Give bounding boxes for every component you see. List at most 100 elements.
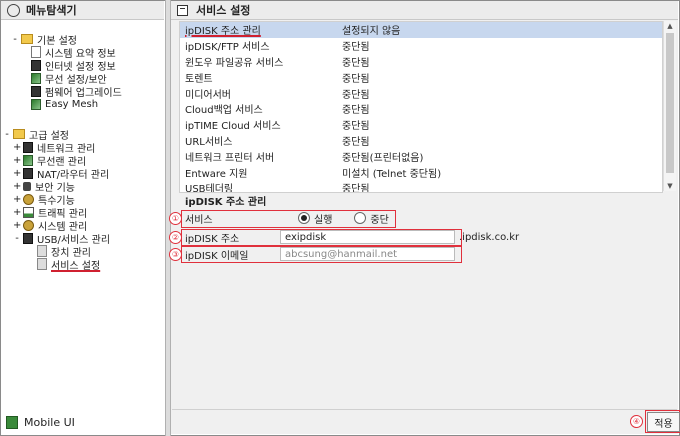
service-list-scrollbar[interactable]: ▲ ▼ (663, 21, 676, 191)
email-row: ipDISK 이메일 abcsung@hanmail.net (182, 245, 455, 263)
tree-item-label: Easy Mesh (45, 98, 99, 110)
service-status: 중단됨(프린터없음) (342, 152, 424, 164)
service-row[interactable]: Cloud백업 서비스 중단됨 (180, 101, 662, 117)
tree-item-wireless-security[interactable]: 무선 설정/보안 (31, 72, 107, 86)
page-icon (31, 59, 41, 71)
mobile-ui-link[interactable]: Mobile UI (6, 416, 75, 429)
service-status: 중단됨 (342, 121, 370, 133)
expand-toggle[interactable]: + (13, 155, 21, 166)
service-name: URL서비스 (185, 136, 233, 148)
expand-toggle[interactable]: + (13, 220, 21, 231)
service-name: ipDISK/FTP 서비스 (185, 42, 270, 54)
scroll-up-arrow-icon[interactable]: ▲ (664, 21, 676, 31)
page-icon (37, 258, 47, 270)
wifi-icon (31, 98, 41, 110)
expand-toggle[interactable]: + (13, 181, 21, 192)
service-row[interactable]: Entware 지원 미설치 (Telnet 중단됨) (180, 164, 662, 180)
service-status: 미설치 (Telnet 중단됨) (342, 168, 442, 180)
tree-item-easy-mesh[interactable]: Easy Mesh (31, 98, 98, 110)
service-toggle-row: 서비스 실행 중단 (182, 209, 389, 227)
menu-explorer-title: 메뉴탐색기 (26, 4, 77, 17)
gear-folder-icon (21, 34, 33, 44)
wifi-icon (31, 72, 41, 84)
tree-item-label: 펌웨어 업그레이드 (45, 87, 122, 99)
service-row[interactable]: URL서비스 중단됨 (180, 133, 662, 149)
email-label: ipDISK 이메일 (185, 250, 249, 262)
window-icon (177, 4, 188, 16)
page-icon (31, 46, 41, 58)
tree-item-usb-service[interactable]: - USB/서비스 관리 (13, 232, 110, 246)
tree-item-service-settings[interactable]: 서비스 설정 (37, 258, 100, 272)
apply-button[interactable]: 적용 (647, 412, 680, 432)
address-label: ipDISK 주소 (185, 233, 240, 245)
service-name: ipDISK 주소 관리 (185, 26, 261, 38)
scroll-down-arrow-icon[interactable]: ▼ (664, 181, 676, 191)
service-name: 미디어서버 (185, 89, 231, 101)
gear-icon (23, 193, 34, 205)
tree-item-firmware-upgrade[interactable]: 펌웨어 업그레이드 (31, 85, 122, 99)
service-status: 중단됨 (342, 73, 370, 85)
service-name: ipTIME Cloud 서비스 (185, 121, 281, 133)
lock-icon (23, 181, 31, 191)
page-icon (37, 245, 47, 257)
service-row[interactable]: 윈도우 파일공유 서비스 중단됨 (180, 54, 662, 70)
service-name: USB테더링 (185, 184, 234, 193)
scroll-thumb[interactable] (666, 33, 674, 173)
tree-item-advanced-settings[interactable]: - 고급 설정 (3, 128, 69, 142)
tree-item-device-management[interactable]: 장치 관리 (37, 245, 91, 259)
service-status: 중단됨 (342, 105, 370, 117)
expand-toggle[interactable]: + (13, 194, 21, 205)
collapse-toggle[interactable]: - (13, 233, 21, 244)
service-row[interactable]: 미디어서버 중단됨 (180, 85, 662, 101)
service-row[interactable]: ipTIME Cloud 서비스 중단됨 (180, 117, 662, 133)
marker-4: ④ (630, 415, 643, 428)
service-row[interactable]: 네트워크 프린터 서버 중단됨(프린터없음) (180, 148, 662, 164)
gear-folder-icon (13, 129, 25, 139)
menu-explorer-header: 메뉴탐색기 (1, 1, 164, 20)
run-radio[interactable] (298, 212, 310, 224)
ipdisk-email-input[interactable]: abcsung@hanmail.net (280, 247, 455, 261)
gear-icon (23, 219, 34, 231)
tree-item-nat-router[interactable]: + NAT/라우터 관리 (13, 167, 109, 181)
service-name: 윈도우 파일공유 서비스 (185, 57, 284, 69)
service-row[interactable]: ipDISK/FTP 서비스 중단됨 (180, 38, 662, 54)
tree-item-network[interactable]: + 네트워크 관리 (13, 141, 95, 155)
tree-item-security[interactable]: + 보안 기능 (13, 180, 75, 194)
domain-suffix: .ipdisk.co.kr (459, 231, 520, 243)
tree-item-internet-settings[interactable]: 인터넷 설정 정보 (31, 59, 116, 73)
service-status: 중단됨 (342, 57, 370, 69)
footer-divider (172, 409, 677, 410)
service-name: Entware 지원 (185, 168, 248, 180)
tree-item-special[interactable]: + 특수기능 (13, 193, 75, 207)
ipdisk-address-input[interactable]: exipdisk (280, 230, 455, 244)
stop-label: 중단 (370, 214, 389, 226)
expand-toggle[interactable]: + (13, 142, 21, 153)
service-row-ipdisk-address[interactable]: ipDISK 주소 관리 설정되지 않음 (180, 22, 662, 38)
tree-item-system-summary[interactable]: 시스템 요약 정보 (31, 46, 116, 60)
panel-title: 서비스 설정 (196, 4, 251, 17)
stop-radio-option[interactable]: 중단 (354, 211, 389, 226)
service-status: 중단됨 (342, 42, 370, 54)
network-icon (23, 141, 33, 153)
run-radio-option[interactable]: 실행 (298, 211, 332, 226)
service-status: 중단됨 (342, 184, 370, 193)
collapse-toggle[interactable]: - (11, 34, 19, 45)
collapse-toggle[interactable]: - (3, 129, 11, 140)
tree-item-system[interactable]: + 시스템 관리 (13, 219, 87, 233)
page-icon (31, 85, 41, 97)
mobile-ui-label: Mobile UI (24, 416, 75, 429)
service-row[interactable]: 토렌트 중단됨 (180, 69, 662, 85)
tree-item-basic-settings[interactable]: - 기본 설정 (11, 33, 77, 47)
stop-radio[interactable] (354, 212, 367, 224)
magnifier-icon (7, 3, 20, 17)
tree-item-traffic[interactable]: + 트래픽 관리 (13, 206, 87, 220)
wifi-icon (23, 154, 33, 166)
service-settings-header: 서비스 설정 (171, 1, 678, 20)
run-label: 실행 (314, 214, 333, 226)
tree-item-wireless-lan[interactable]: + 무선랜 관리 (13, 154, 86, 168)
service-settings-panel: 서비스 설정 ipDISK 주소 관리 설정되지 않음 ipDISK/FTP 서… (169, 1, 680, 434)
service-row[interactable]: USB테더링 중단됨 (180, 180, 662, 193)
router-icon (23, 167, 33, 179)
expand-toggle[interactable]: + (13, 207, 21, 218)
expand-toggle[interactable]: + (13, 168, 21, 179)
